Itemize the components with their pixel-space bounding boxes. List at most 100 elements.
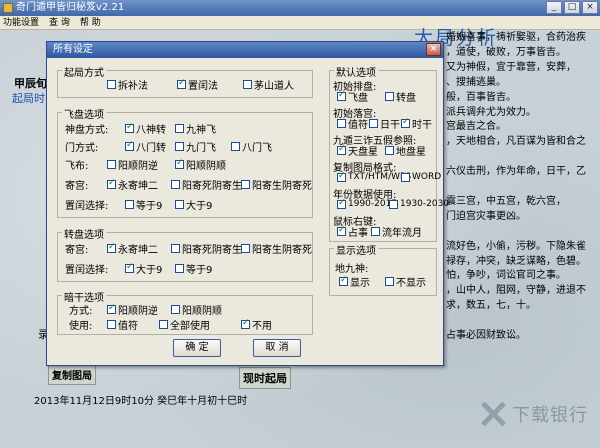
checkbox-checked-icon[interactable] bbox=[337, 171, 346, 182]
checkbox-checked-icon[interactable] bbox=[241, 318, 250, 329]
option-label: 阳顺阴顺 bbox=[182, 305, 222, 317]
option-checkbox[interactable]: 全部使用 bbox=[159, 317, 210, 332]
option-checkbox[interactable]: 值符 bbox=[337, 116, 368, 131]
checkbox-checked-icon[interactable] bbox=[337, 198, 346, 209]
checkbox-checked-icon[interactable] bbox=[339, 275, 348, 286]
checkbox-checked-icon[interactable] bbox=[337, 90, 346, 101]
menu-help[interactable]: 帮 助 bbox=[80, 16, 101, 29]
option-label: 永寄坤二 bbox=[118, 244, 158, 256]
checkbox-empty-icon[interactable] bbox=[159, 319, 168, 329]
option-checkbox[interactable]: 占事 bbox=[337, 224, 368, 239]
checkbox-empty-icon[interactable] bbox=[241, 243, 250, 253]
maximize-button[interactable]: □ bbox=[564, 1, 580, 14]
option-label: 1930-2030 bbox=[400, 199, 450, 209]
menu-query[interactable]: 查 询 bbox=[49, 16, 70, 29]
checkbox-checked-icon[interactable] bbox=[107, 242, 116, 253]
analysis-line: ，山中人，阻网，守静，进退不 bbox=[446, 285, 586, 297]
cancel-button[interactable]: 取 消 bbox=[253, 339, 301, 357]
option-label: 阳顺阴逆 bbox=[118, 160, 158, 172]
option-checkbox[interactable]: 不显示 bbox=[385, 274, 426, 289]
copy-chart-button[interactable]: 复制图局 bbox=[48, 364, 96, 385]
analysis-line: 门迫宫灾事更凶。 bbox=[446, 210, 526, 222]
checkbox-checked-icon[interactable] bbox=[177, 78, 186, 89]
analysis-line: 震三宫，中五宫，乾六宫， bbox=[446, 195, 566, 207]
analysis-line: ，天地相合，凡百谋为皆和合之 bbox=[446, 136, 586, 148]
current-time-button[interactable]: 现时起局 bbox=[239, 367, 291, 389]
settings-dialog: 所有设定 × 起局方式 拆补法置闰法茅山道人 飞盘选项 神盘方式:八神转九神飞门… bbox=[46, 41, 449, 366]
analysis-line: 占事必因财致讼。 bbox=[446, 330, 526, 341]
option-checkbox[interactable]: 阳寄生阴寄死 bbox=[241, 241, 312, 256]
analysis-line: 派兵调弁尤为效力。 bbox=[446, 106, 536, 118]
checkbox-empty-icon[interactable] bbox=[107, 319, 116, 329]
display-dijiu-options: 显示 不显示 bbox=[47, 274, 445, 289]
checkbox-empty-icon[interactable] bbox=[171, 243, 180, 253]
checkbox-empty-icon[interactable] bbox=[389, 199, 398, 209]
option-label: 阳寄死阴寄生 bbox=[182, 244, 242, 256]
checkbox-checked-icon[interactable] bbox=[125, 262, 134, 273]
checkbox-checked-icon[interactable] bbox=[337, 144, 346, 155]
checkbox-checked-icon[interactable] bbox=[337, 225, 346, 236]
option-checkbox[interactable]: 不用 bbox=[241, 317, 272, 332]
option-checkbox[interactable]: 1930-2030 bbox=[389, 199, 449, 209]
option-checkbox[interactable]: 永寄坤二 bbox=[107, 241, 158, 256]
minimize-button[interactable]: _ bbox=[546, 1, 562, 14]
checkbox-checked-icon[interactable] bbox=[175, 158, 184, 169]
checkbox-empty-icon[interactable] bbox=[369, 118, 378, 128]
checkbox-empty-icon[interactable] bbox=[385, 276, 394, 286]
ok-button[interactable]: 确 定 bbox=[173, 339, 221, 357]
option-checkbox[interactable]: 时干 bbox=[401, 116, 432, 131]
checkbox-checked-icon[interactable] bbox=[107, 303, 116, 314]
option-label: 天盘星 bbox=[348, 146, 378, 158]
option-label: 飞盘 bbox=[348, 92, 368, 104]
default-mouse-options: 占事 流年流月 bbox=[47, 224, 445, 239]
option-checkbox[interactable]: 地盘星 bbox=[385, 143, 426, 158]
checkbox-empty-icon[interactable] bbox=[175, 263, 184, 273]
row-label: 置闰选择: bbox=[65, 264, 109, 276]
checkbox-empty-icon[interactable] bbox=[243, 79, 252, 89]
watermark: 下载银行 bbox=[478, 399, 588, 429]
option-checkbox[interactable]: 阳寄死阴寄生 bbox=[171, 241, 242, 256]
analysis-line: ，道使，破败，万事皆吉。 bbox=[446, 46, 566, 58]
checkbox-empty-icon[interactable] bbox=[107, 79, 116, 89]
option-label: 值符 bbox=[118, 320, 138, 332]
option-label: WORD bbox=[412, 172, 442, 182]
option-checkbox[interactable]: 等于9 bbox=[175, 261, 212, 276]
option-checkbox[interactable]: 飞盘 bbox=[337, 89, 368, 104]
option-checkbox[interactable]: WORD bbox=[401, 172, 441, 182]
option-label: 全部使用 bbox=[170, 320, 210, 332]
option-checkbox[interactable]: 阳顺阴顺 bbox=[171, 302, 222, 317]
checkbox-empty-icon[interactable] bbox=[107, 159, 116, 169]
checkbox-checked-icon[interactable] bbox=[401, 117, 410, 128]
checkbox-empty-icon[interactable] bbox=[171, 304, 180, 314]
angan-row: 方式: 阳顺阴逆 阳顺阴顺 bbox=[47, 302, 445, 317]
dialog-titlebar: 所有设定 × bbox=[47, 42, 443, 58]
option-checkbox[interactable]: 阳顺阴顺 bbox=[175, 157, 226, 172]
angan-row: 使用: 值符 全部使用 不用 bbox=[47, 317, 445, 332]
dialog-close-button[interactable]: × bbox=[426, 43, 441, 56]
option-checkbox[interactable]: 阳顺阴逆 bbox=[107, 157, 158, 172]
option-checkbox[interactable]: 显示 bbox=[339, 274, 370, 289]
display-group-title: 显示选项 bbox=[334, 242, 378, 257]
option-checkbox[interactable]: 大于9 bbox=[125, 261, 162, 276]
menu-settings[interactable]: 功能设置 bbox=[3, 16, 39, 29]
checkbox-empty-icon[interactable] bbox=[401, 172, 410, 182]
option-label: 转盘 bbox=[396, 92, 416, 104]
option-label: 等于9 bbox=[186, 264, 213, 276]
option-checkbox[interactable]: 天盘星 bbox=[337, 143, 378, 158]
option-checkbox[interactable]: 日干 bbox=[369, 116, 400, 131]
option-checkbox[interactable]: 值符 bbox=[107, 317, 138, 332]
option-checkbox[interactable]: 流年流月 bbox=[371, 224, 422, 239]
window-title: 奇门遁甲皆归秘笈v2.21 bbox=[16, 2, 125, 13]
checkbox-empty-icon[interactable] bbox=[371, 226, 380, 236]
option-checkbox[interactable]: 转盘 bbox=[385, 89, 416, 104]
row-label: 使用: bbox=[69, 320, 93, 332]
option-label: 日干 bbox=[380, 119, 400, 131]
checkbox-empty-icon[interactable] bbox=[337, 118, 346, 128]
close-button[interactable]: × bbox=[582, 1, 598, 14]
option-checkbox[interactable]: 阳顺阴逆 bbox=[107, 302, 158, 317]
default-init_pan-options: 飞盘 转盘 bbox=[47, 89, 445, 104]
checkbox-empty-icon[interactable] bbox=[385, 145, 394, 155]
app-icon bbox=[3, 3, 13, 13]
checkbox-empty-icon[interactable] bbox=[385, 91, 394, 101]
row-label: 飞布: bbox=[65, 160, 89, 172]
